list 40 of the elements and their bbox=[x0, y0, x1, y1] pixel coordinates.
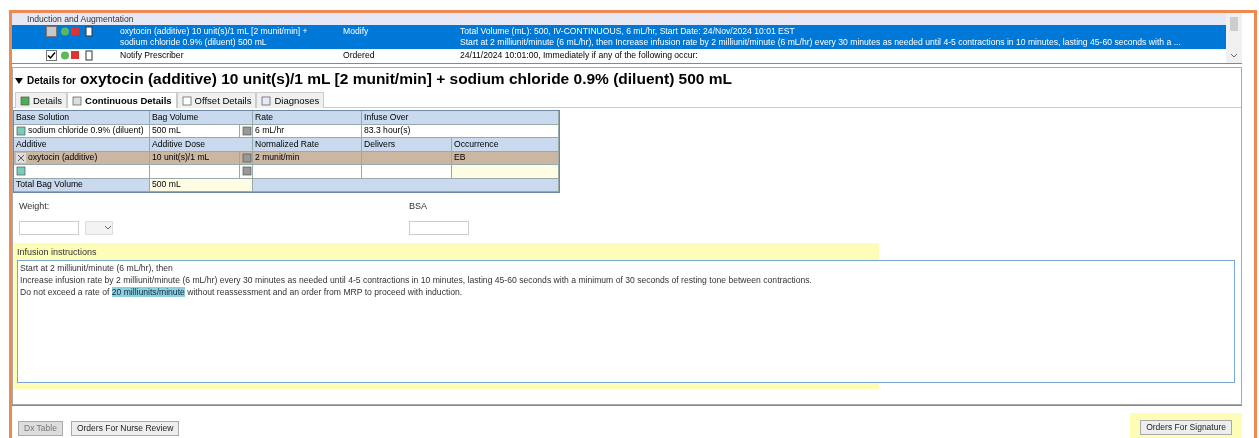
tab[interactable]: Offset Details bbox=[176, 92, 257, 108]
column-header: Rate bbox=[253, 111, 362, 125]
column-header: Delivers bbox=[362, 138, 452, 152]
column-header: Base Solution bbox=[14, 111, 150, 125]
checkbox[interactable] bbox=[46, 26, 57, 37]
signature-button[interactable]: Orders For Signature bbox=[1140, 419, 1232, 435]
bsa-label: BSA bbox=[409, 201, 428, 211]
instructions-field[interactable]: Start at 2 milliunit/minute (6 mL/hr), then Increase infusion rate by 2 milliunit/minute (6 mL/hr) every 30 minutes as needed until 4-5 contractions in 10 minutes, lasting 45-60 seconds with a minimum of 30 seconds of resting tone between contractions. Do not exceed a rate of 20 milliunits/minute without reassessment and an order from MRP to proceed with induction. bbox=[17, 260, 1235, 383]
column-header: Infuse Over bbox=[362, 111, 559, 125]
order-details: 24/11/2024 10:01:00, Immediately if any of the following occur: bbox=[460, 50, 699, 61]
section-header: Induction and Augmentation bbox=[12, 13, 1226, 25]
order-details: Total Volume (mL): 500, IV-CONTINUOUS, 6 mL/hr, Start Date: 24/Nov/2024 10:01 EST Start at 2 milliunit/minute (6 mL/hr), then Increase infusion rate by 2 milliunit/minute (6 mL/hr) every 30 minutes as needed until 4-5 contractions in 10 minutes, lasting 45-60 seconds with a ... bbox=[460, 26, 1182, 48]
action-button[interactable]: Orders For Nurse Review bbox=[70, 420, 180, 436]
tab[interactable]: Continuous Details bbox=[67, 92, 177, 108]
scrollbar[interactable] bbox=[1226, 13, 1242, 63]
instructions-label: Infusion instructions bbox=[17, 247, 97, 257]
tab[interactable]: Diagnoses bbox=[256, 92, 325, 108]
chevron-icon bbox=[1230, 53, 1238, 59]
column-header: Normalized Rate bbox=[253, 138, 362, 152]
status-icon bbox=[60, 50, 82, 61]
column-header: Bag Volume bbox=[150, 111, 253, 125]
order-status: Ordered bbox=[343, 50, 376, 61]
details-prefix: Details for bbox=[27, 75, 76, 86]
checkbox[interactable] bbox=[46, 50, 57, 61]
order-status: Modify bbox=[343, 26, 370, 37]
order-name: Notify Prescriber bbox=[120, 50, 185, 61]
details-title: oxytocin (additive) 10 unit(s)/1 mL [2 munit/min] + sodium chloride 0.9% (diluent) 500 mL bbox=[79, 70, 732, 88]
tab[interactable]: Details bbox=[15, 92, 68, 108]
scroll-thumb[interactable] bbox=[1230, 17, 1238, 31]
bsa-field[interactable] bbox=[409, 221, 469, 235]
order-name: oxytocin (additive) 10 unit(s)/1 mL [2 munit/min] + sodium chloride 0.9% (diluent) 500 mL bbox=[120, 26, 309, 48]
column-header: Additive bbox=[14, 138, 150, 152]
weight-field[interactable] bbox=[19, 221, 79, 235]
remove-icon[interactable] bbox=[16, 152, 26, 163]
column-header: Additive Dose bbox=[150, 138, 253, 152]
status-icon bbox=[60, 26, 82, 37]
collapse-icon[interactable] bbox=[15, 78, 23, 84]
column-header: Occurrence bbox=[452, 138, 559, 152]
chevron-icon bbox=[104, 225, 112, 231]
weight-label: Weight: bbox=[19, 201, 51, 211]
